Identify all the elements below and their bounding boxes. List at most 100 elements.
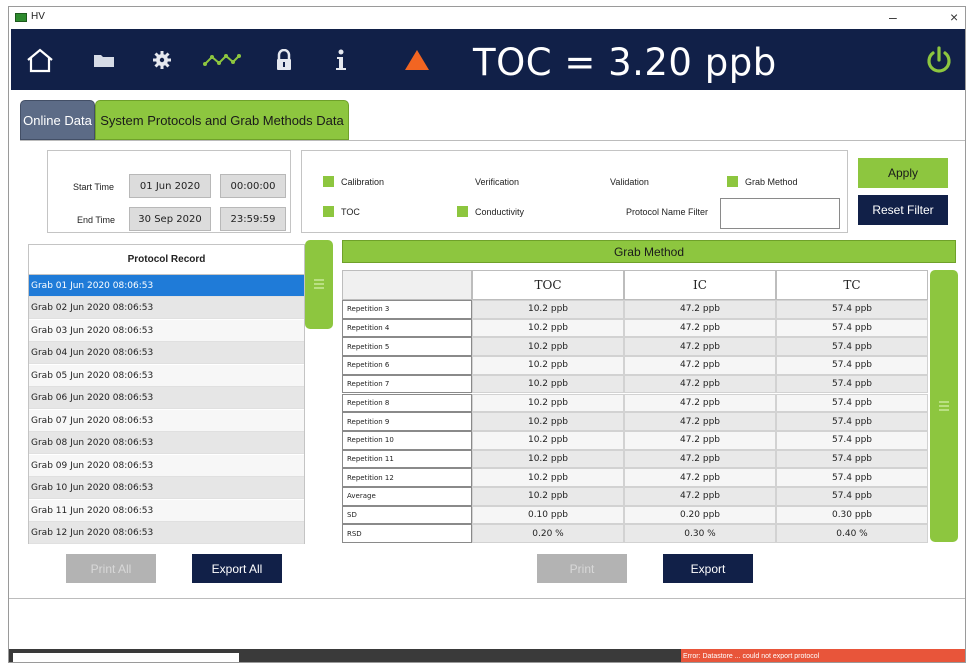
protocol-name-filter-label: Protocol Name Filter	[626, 207, 709, 217]
column-header-tc: TC	[776, 270, 928, 300]
protocol-record-item[interactable]: Grab 11 Jun 2020 08:06:53	[29, 500, 304, 522]
protocol-record-item[interactable]: Grab 12 Jun 2020 08:06:53	[29, 522, 304, 544]
toc-checkbox[interactable]	[323, 206, 334, 217]
power-icon[interactable]	[921, 29, 957, 90]
tab-online-data[interactable]: Online Data	[20, 100, 95, 140]
cell-toc: 10.2 ppb	[472, 374, 624, 394]
row-label: Repetition 3	[342, 300, 472, 319]
cell-ic: 47.2 ppb	[624, 449, 776, 469]
table-corner	[342, 270, 472, 300]
minimize-button[interactable]: –	[889, 9, 897, 25]
row-label: Repetition 10	[342, 430, 472, 450]
tab-system-protocols[interactable]: System Protocols and Grab Methods Data	[95, 100, 349, 140]
row-label: Average	[342, 487, 472, 506]
protocol-record-item[interactable]: Grab 06 Jun 2020 08:06:53	[29, 387, 304, 409]
export-button[interactable]: Export	[663, 554, 753, 583]
cell-tc: 57.4 ppb	[776, 412, 928, 431]
tab-panel-border	[20, 140, 965, 141]
validation-checkbox[interactable]	[592, 176, 603, 187]
cell-toc: 0.10 ppb	[472, 505, 624, 525]
status-bar: Error: Datastore ... could not export pr…	[9, 649, 965, 662]
cell-ic: 47.2 ppb	[624, 412, 776, 431]
info-icon[interactable]	[329, 29, 353, 90]
row-label: Repetition 8	[342, 393, 472, 413]
protocol-record-item[interactable]: Grab 04 Jun 2020 08:06:53	[29, 342, 304, 364]
title-bar: HV – ×	[9, 7, 965, 29]
cell-ic: 47.2 ppb	[624, 356, 776, 375]
toc-reading: TOC = 3.20 ppb	[473, 41, 777, 84]
cell-tc: 57.4 ppb	[776, 430, 928, 450]
print-button[interactable]: Print	[537, 554, 627, 583]
protocol-name-filter-input[interactable]	[720, 198, 840, 229]
protocol-record-item[interactable]: Grab 08 Jun 2020 08:06:53	[29, 432, 304, 454]
warning-icon[interactable]	[401, 29, 433, 90]
protocol-record-item[interactable]: Grab 02 Jun 2020 08:06:53	[29, 297, 304, 319]
cell-tc: 57.4 ppb	[776, 449, 928, 469]
cell-tc: 57.4 ppb	[776, 487, 928, 506]
verification-checkbox[interactable]	[457, 176, 468, 187]
protocol-record-item[interactable]: Grab 05 Jun 2020 08:06:53	[29, 365, 304, 387]
app-window: HV – × TOC = 3.20 ppb Online Data System…	[8, 6, 966, 663]
app-icon	[15, 13, 27, 22]
end-time-label: End Time	[77, 215, 116, 225]
cell-ic: 47.2 ppb	[624, 300, 776, 319]
protocol-record-item[interactable]: Grab 03 Jun 2020 08:06:53	[29, 320, 304, 342]
start-date-field[interactable]: 01 Jun 2020	[129, 174, 211, 198]
calibration-label: Calibration	[341, 177, 385, 187]
cell-ic: 47.2 ppb	[624, 374, 776, 394]
window-title: HV	[31, 11, 45, 22]
conductivity-checkbox[interactable]	[457, 206, 468, 217]
cell-toc: 0.20 %	[472, 524, 624, 544]
cell-tc: 57.4 ppb	[776, 374, 928, 394]
cell-ic: 47.2 ppb	[624, 393, 776, 413]
drag-handle-icon	[939, 401, 949, 411]
end-date-field[interactable]: 30 Sep 2020	[129, 207, 211, 231]
grab-method-checkbox[interactable]	[727, 176, 738, 187]
cell-toc: 10.2 ppb	[472, 393, 624, 413]
protocol-record-item[interactable]: Grab 10 Jun 2020 08:06:53	[29, 477, 304, 499]
verification-label: Verification	[475, 177, 520, 187]
cell-toc: 10.2 ppb	[472, 430, 624, 450]
table-scrollbar[interactable]	[930, 270, 958, 542]
time-filter-box: Start Time 01 Jun 2020 00:00:00 End Time…	[47, 150, 291, 233]
gear-icon[interactable]	[147, 29, 177, 90]
export-all-button[interactable]: Export All	[192, 554, 282, 583]
cell-ic: 0.20 ppb	[624, 505, 776, 525]
column-header-ic: IC	[624, 270, 776, 300]
folder-icon[interactable]	[89, 29, 119, 90]
cell-ic: 0.30 %	[624, 524, 776, 544]
home-icon[interactable]	[23, 29, 57, 90]
cell-toc: 10.2 ppb	[472, 449, 624, 469]
row-label: RSD	[342, 524, 472, 544]
column-header-toc: TOC	[472, 270, 624, 300]
cell-toc: 10.2 ppb	[472, 412, 624, 431]
reset-filter-button[interactable]: Reset Filter	[858, 195, 948, 225]
cell-ic: 47.2 ppb	[624, 430, 776, 450]
protocol-record-item[interactable]: Grab 07 Jun 2020 08:06:53	[29, 410, 304, 432]
cell-tc: 57.4 ppb	[776, 300, 928, 319]
cell-toc: 10.2 ppb	[472, 318, 624, 338]
start-time-field[interactable]: 00:00:00	[220, 174, 286, 198]
lock-icon[interactable]	[269, 29, 299, 90]
calibration-checkbox[interactable]	[323, 176, 334, 187]
cell-ic: 47.2 ppb	[624, 337, 776, 357]
end-time-field[interactable]: 23:59:59	[220, 207, 286, 231]
footer-divider	[9, 598, 965, 599]
cell-toc: 10.2 ppb	[472, 487, 624, 506]
drag-handle-icon	[314, 279, 324, 289]
apply-button[interactable]: Apply	[858, 158, 948, 188]
protocol-record-item[interactable]: Grab 01 Jun 2020 08:06:53	[29, 275, 304, 297]
status-field	[13, 653, 239, 662]
trend-icon[interactable]	[201, 29, 243, 90]
grab-method-label: Grab Method	[745, 177, 798, 187]
record-list-scrollbar[interactable]	[305, 240, 333, 329]
cell-toc: 10.2 ppb	[472, 468, 624, 487]
close-button[interactable]: ×	[950, 9, 958, 25]
row-label: Repetition 7	[342, 374, 472, 394]
error-message: Error: Datastore ... could not export pr…	[681, 649, 965, 662]
protocol-record-item[interactable]: Grab 09 Jun 2020 08:06:53	[29, 455, 304, 477]
cell-toc: 10.2 ppb	[472, 356, 624, 375]
protocol-record-header: Protocol Record	[29, 245, 304, 275]
print-all-button[interactable]: Print All	[66, 554, 156, 583]
row-label: Repetition 5	[342, 337, 472, 357]
